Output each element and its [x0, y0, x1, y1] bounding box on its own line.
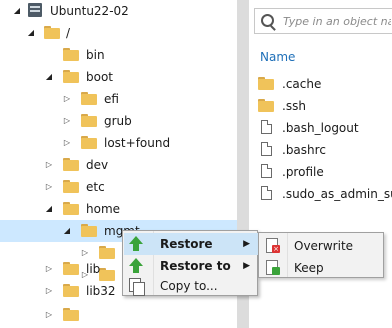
menu-item-label: Keep: [294, 261, 324, 275]
menu-item-restore[interactable]: Restore ▶: [124, 233, 258, 255]
tree-item-label: efi: [104, 92, 119, 106]
tree-item-efi[interactable]: ▷ efi: [0, 88, 237, 110]
folder-icon: [63, 70, 79, 83]
chevron-down-icon[interactable]: ◢: [26, 28, 36, 38]
folder-icon: [81, 92, 97, 105]
file-icon: [261, 142, 272, 156]
chevron-down-icon[interactable]: ◢: [44, 72, 54, 82]
menu-item-label: Copy to...: [160, 279, 218, 293]
folder-icon: [63, 308, 79, 321]
chevron-right-icon[interactable]: ▷: [44, 182, 54, 192]
tree-item-label: etc: [86, 180, 105, 194]
restore-to-icon: [128, 258, 144, 274]
file-name: .cache: [282, 77, 322, 91]
tree-item-partial[interactable]: ▷: [0, 304, 237, 326]
chevron-right-icon[interactable]: ▷: [44, 160, 54, 170]
chevron-right-icon[interactable]: ▷: [62, 116, 72, 126]
menu-item-restore-to[interactable]: Restore to ▶: [124, 255, 258, 277]
folder-icon: [81, 224, 97, 237]
tree-item-label: bin: [86, 48, 105, 62]
menu-item-label: Overwrite: [294, 239, 354, 253]
copy-icon: [129, 278, 145, 296]
file-name: .sudo_as_admin_successful: [282, 187, 392, 201]
folder-icon: [63, 262, 79, 275]
tree-item-label: home: [86, 202, 121, 216]
file-name: .bash_logout: [282, 121, 359, 135]
search-box[interactable]: [254, 8, 392, 34]
keep-badge-icon: [272, 267, 280, 275]
restore-submenu: × Overwrite Keep: [258, 232, 384, 278]
tree-item-label: boot: [86, 70, 114, 84]
tree-item-label: lib: [86, 262, 101, 276]
chevron-down-icon[interactable]: ◢: [12, 6, 22, 16]
tree-item-lost-found[interactable]: ▷ lost+found: [0, 132, 237, 154]
column-header-name[interactable]: Name: [260, 50, 295, 64]
tree-item-label: dev: [86, 158, 109, 172]
folder-icon: [63, 284, 79, 297]
chevron-right-icon[interactable]: ▷: [44, 310, 54, 320]
tree-item-bin[interactable]: bin: [0, 44, 237, 66]
chevron-right-icon[interactable]: ▷: [80, 248, 90, 258]
chevron-right-icon: ▶: [243, 261, 250, 271]
server-icon: [28, 3, 42, 17]
chevron-right-icon: ▶: [243, 239, 250, 249]
chevron-right-icon[interactable]: ▷: [62, 138, 72, 148]
folder-icon: [44, 26, 60, 39]
folder-icon: [63, 48, 79, 61]
file-name: .ssh: [282, 99, 306, 113]
menu-item-label: Restore to: [160, 259, 231, 273]
overwrite-badge-icon: ×: [272, 245, 280, 253]
file-row[interactable]: .sudo_as_admin_successful: [258, 183, 392, 205]
restore-arrow-icon: [128, 236, 144, 252]
file-icon: [261, 164, 272, 178]
search-icon: [261, 14, 274, 27]
tree-item-grub[interactable]: ▷ grub: [0, 110, 237, 132]
folder-icon: [81, 136, 97, 149]
folder-icon: [81, 114, 97, 127]
tree-item-label: /: [66, 26, 71, 40]
folder-icon: [258, 99, 274, 112]
tree-item-label: lost+found: [104, 136, 171, 150]
context-menu: Restore ▶ Restore to ▶ Copy to...: [122, 230, 258, 296]
chevron-down-icon[interactable]: ◢: [62, 226, 72, 236]
chevron-down-icon[interactable]: ◢: [44, 204, 54, 214]
tree-root[interactable]: ◢ Ubuntu22-02: [0, 0, 237, 22]
tree-item-etc[interactable]: ▷ etc: [0, 176, 237, 198]
tree-root-label: Ubuntu22-02: [50, 4, 129, 18]
chevron-right-icon[interactable]: ▷: [62, 94, 72, 104]
menu-item-keep[interactable]: Keep: [260, 257, 382, 279]
folder-icon: [63, 180, 79, 193]
menu-item-label: Restore: [160, 237, 213, 251]
tree-item-dev[interactable]: ▷ dev: [0, 154, 237, 176]
tree-item-label: grub: [104, 114, 132, 128]
file-name: .profile: [282, 165, 324, 179]
chevron-right-icon[interactable]: ▷: [44, 286, 54, 296]
chevron-right-icon[interactable]: ▷: [44, 264, 54, 274]
folder-icon: [63, 158, 79, 171]
search-input[interactable]: [283, 12, 391, 30]
file-name: .bashrc: [282, 143, 326, 157]
menu-item-overwrite[interactable]: × Overwrite: [260, 235, 382, 257]
folder-icon: [63, 202, 79, 215]
tree-item-boot[interactable]: ◢ boot: [0, 66, 237, 88]
tree-item-home[interactable]: ◢ home: [0, 198, 237, 220]
folder-icon: [258, 77, 274, 90]
tree-item-label: lib32: [86, 284, 116, 298]
file-icon: [261, 120, 272, 134]
file-icon: [261, 186, 272, 200]
menu-item-copy-to[interactable]: Copy to...: [124, 275, 258, 297]
tree-item-root-dir[interactable]: ◢ /: [0, 22, 237, 44]
